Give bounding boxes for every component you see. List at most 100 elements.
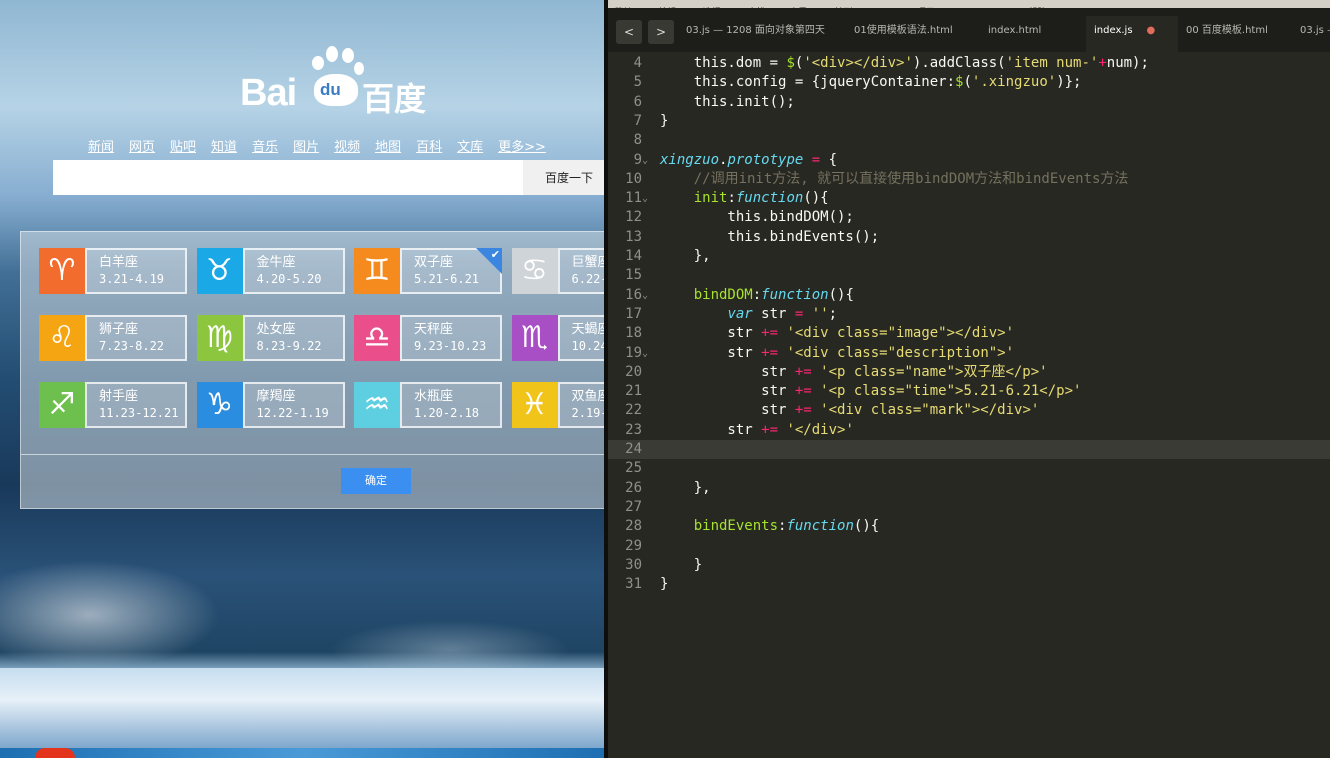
code-line: 8 [608, 131, 1330, 150]
line-number: 18 [625, 325, 642, 342]
zodiac-time: 11.23-12.21 [99, 406, 179, 420]
code-line: 13 this.bindEvents(); [608, 228, 1330, 247]
check-icon: ✔ [490, 248, 500, 261]
zodiac-icon: ♋ [511, 248, 558, 294]
fold-icon[interactable]: ⌄ [642, 189, 648, 208]
nav-link[interactable]: 视频 [334, 136, 360, 155]
search-input[interactable] [53, 160, 523, 195]
zodiac-description: 天蝎座 10.24-11.22 [557, 315, 604, 361]
zodiac-card[interactable]: ♏ 天蝎座 10.24-11.22 [511, 315, 604, 361]
line-number: 21 [625, 383, 642, 400]
taskbar [0, 748, 604, 758]
zodiac-card[interactable]: ♊ 双子座 5.21-6.21 ✔ [354, 248, 502, 294]
code-line: 9 ⌄ xingzuo.prototype = { [608, 151, 1330, 170]
zodiac-icon: ♏ [511, 315, 558, 361]
zodiac-time: 7.23-8.22 [99, 339, 165, 353]
line-number: 12 [625, 209, 642, 226]
code-line: 15 [608, 266, 1330, 285]
code-line: 18 str += '<div class="image"></div>' [608, 324, 1330, 343]
zodiac-card[interactable]: ♉ 金牛座 4.20-5.20 [196, 248, 345, 294]
zodiac-description: 水瓶座 1.20-2.18 [400, 382, 502, 428]
fold-icon[interactable]: ⌄ [642, 344, 648, 363]
line-number: 5 [633, 74, 642, 91]
tab-nav-back-button[interactable]: < [616, 20, 642, 44]
nav-link[interactable]: 音乐 [252, 136, 278, 155]
start-button[interactable] [35, 748, 75, 758]
line-number: 20 [625, 363, 642, 380]
code-line: 23 str += '</div>' [608, 421, 1330, 440]
fold-icon[interactable]: ⌄ [642, 286, 648, 305]
zodiac-time: 12.22-1.19 [256, 406, 329, 420]
zodiac-name: 水瓶座 [414, 389, 454, 404]
code-line: 14 }, [608, 247, 1330, 266]
code-line: 22 str += '<div class="mark"></div>' [608, 401, 1330, 420]
zodiac-icon: ♎ [354, 315, 400, 361]
editor-tab[interactable]: index.html [980, 16, 1072, 52]
zodiac-card[interactable]: ♌ 狮子座 7.23-8.22 [39, 315, 187, 361]
zodiac-description: 天秤座 9.23-10.23 [400, 315, 502, 361]
line-number: 22 [625, 402, 642, 419]
zodiac-name: 摩羯座 [256, 389, 296, 404]
zodiac-description: 狮子座 7.23-8.22 [85, 315, 187, 361]
zodiac-time: 4.20-5.20 [256, 272, 322, 286]
zodiac-card[interactable]: ♈ 白羊座 3.21-4.19 [39, 248, 187, 294]
zodiac-description: 射手座 11.23-12.21 [85, 382, 187, 428]
line-number: 6 [633, 93, 642, 110]
nav-link[interactable]: 网页 [129, 136, 155, 155]
editor-tab[interactable]: 00 百度模板.html [1178, 16, 1290, 52]
logo-chinese: 百度 [362, 80, 427, 118]
line-number: 31 [625, 576, 642, 593]
zodiac-card[interactable]: ♓ 双鱼座 2.19-3.20 [511, 382, 604, 428]
editor-tab[interactable]: 03.js — 1208 面向对象第四天 [678, 16, 828, 52]
nav-link[interactable]: 知道 [211, 136, 237, 155]
background-band [0, 668, 604, 748]
nav-link[interactable]: 图片 [293, 136, 319, 155]
nav-link[interactable]: 更多>> [498, 136, 546, 155]
zodiac-card[interactable]: ♒ 水瓶座 1.20-2.18 [354, 382, 502, 428]
tab-label: index.js [1094, 25, 1133, 36]
search-button[interactable]: 百度一下 [523, 160, 604, 195]
logo-paw-text: du [320, 80, 341, 99]
zodiac-time: 9.23-10.23 [414, 339, 487, 353]
tab-nav-forward-button[interactable]: > [648, 20, 674, 44]
code-area[interactable]: 4 this.dom = $('<div></div>').addClass('… [608, 52, 1330, 758]
confirm-button[interactable]: 确定 [341, 468, 411, 494]
nav-link[interactable]: 贴吧 [170, 136, 196, 155]
line-number: 9 [633, 151, 642, 168]
zodiac-icon: ♒ [354, 382, 400, 428]
line-number: 10 [625, 170, 642, 187]
line-number: 14 [625, 248, 642, 264]
code-line: 29 [608, 537, 1330, 556]
zodiac-card[interactable]: ♋ 巨蟹座 6.22-7.22 [511, 248, 605, 294]
zodiac-card[interactable]: ♍ 处女座 8.23-9.22 [196, 315, 345, 361]
line-number: 25 [625, 460, 642, 477]
zodiac-icon: ♑ [196, 382, 243, 428]
zodiac-name: 白羊座 [99, 255, 139, 270]
editor-tab[interactable]: 01使用模板语法.html [846, 16, 986, 52]
zodiac-description: 巨蟹座 6.22-7.22 [557, 248, 605, 294]
wave-foam [0, 560, 220, 670]
nav-link[interactable]: 文库 [457, 136, 483, 155]
code-line: 11 ⌄ init:function(){ [608, 189, 1330, 208]
zodiac-icon: ♐ [39, 382, 85, 428]
code-line: 21 str += '<p class="time">5.21-6.21</p>… [608, 382, 1330, 401]
fold-icon[interactable]: ⌄ [642, 151, 648, 170]
line-number: 24 [625, 441, 642, 457]
editor-tab[interactable]: index.js ● [1086, 16, 1178, 52]
zodiac-card[interactable]: ♎ 天秤座 9.23-10.23 [354, 315, 502, 361]
code-line: 16 ⌄ bindDOM:function(){ [608, 286, 1330, 305]
code-line: 6 this.init(); [608, 93, 1330, 112]
zodiac-time: 3.21-4.19 [99, 272, 165, 286]
editor-tab[interactable]: 03.js — 1 [1292, 16, 1330, 52]
zodiac-icon: ♍ [196, 315, 243, 361]
zodiac-card[interactable]: ♐ 射手座 11.23-12.21 [39, 382, 187, 428]
zodiac-time: 6.22-7.22 [571, 272, 605, 286]
line-number: 7 [633, 112, 642, 129]
nav-link[interactable]: 地图 [375, 136, 401, 155]
baidu-nav: 新闻 网页 贴吧 知道 音乐 图片 视频 地图 百科 文库 更多>> [88, 136, 561, 155]
tab-label: 03.js — 1 [1300, 25, 1330, 36]
code-editor: 菜单(F)编辑(E)选择(S)查找(I)查看(V)转到(G)Tools项目(P)… [604, 0, 1330, 758]
nav-link[interactable]: 百科 [416, 136, 442, 155]
nav-link[interactable]: 新闻 [88, 136, 114, 155]
zodiac-card[interactable]: ♑ 摩羯座 12.22-1.19 [196, 382, 345, 428]
